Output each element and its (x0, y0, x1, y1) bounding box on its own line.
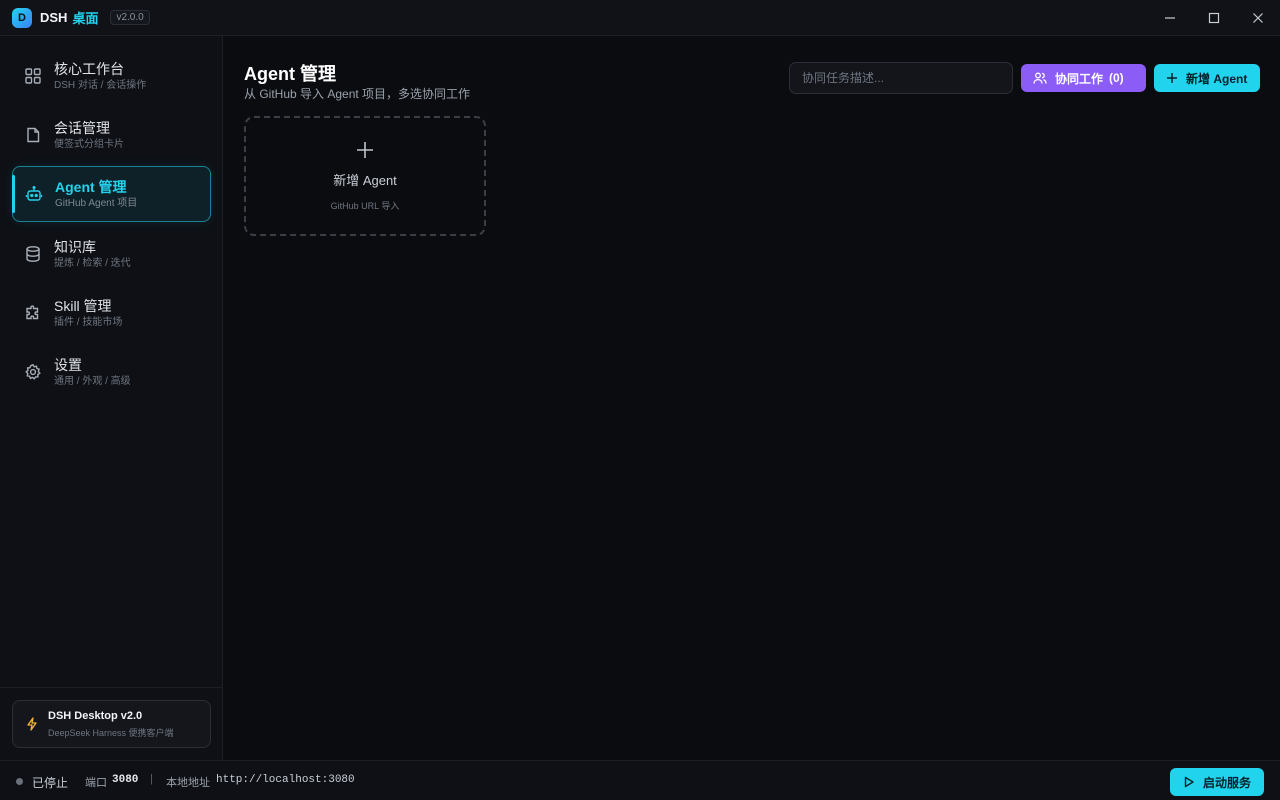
window-controls (1148, 0, 1280, 36)
bolt-icon (25, 717, 41, 731)
status-dot (16, 778, 23, 785)
plus-icon (355, 140, 375, 160)
sidebar: 核心工作台 DSH 对话 / 会话操作 会话管理 便签式分组卡片 Agent 管… (0, 36, 223, 760)
users-icon (1033, 71, 1047, 85)
add-agent-button[interactable]: 新增 Agent (1154, 64, 1260, 92)
collab-work-count: (0) (1109, 71, 1124, 85)
server-status: 已停止 (32, 776, 69, 790)
puzzle-icon (23, 303, 43, 323)
add-card-title: 新增 Agent (333, 173, 397, 188)
title-bar: D DSH 桌面 v2.0.0 (0, 0, 1280, 36)
maximize-button[interactable] (1192, 0, 1236, 36)
sidebar-item-label: Skill 管理 (54, 297, 112, 314)
database-icon (23, 244, 43, 264)
grid-icon (23, 66, 43, 86)
port-value: 3080 (112, 774, 139, 786)
app-window: D DSH 桌面 v2.0.0 核心工作台 DSH 对话 / 会话操作 会话管理… (0, 0, 1280, 800)
sidebar-footer: DSH Desktop v2.0 DeepSeek Harness 便携客户端 (0, 687, 223, 760)
sidebar-item-workbench[interactable]: 核心工作台 DSH 对话 / 会话操作 (12, 48, 211, 104)
sidebar-item-label: Agent 管理 (55, 178, 127, 195)
app-info-title: DSH Desktop v2.0 (48, 709, 143, 722)
minimize-button[interactable] (1148, 0, 1192, 36)
gear-icon (23, 362, 43, 382)
sidebar-item-sub: 插件 / 技能市场 (54, 316, 123, 328)
sidebar-item-skills[interactable]: Skill 管理 插件 / 技能市场 (12, 285, 211, 341)
sidebar-item-agents[interactable]: Agent 管理 GitHub Agent 项目 (12, 166, 211, 222)
add-agent-card[interactable]: 新增 Agent GitHub URL 导入 (244, 116, 486, 236)
collab-task-input[interactable] (789, 62, 1013, 94)
plus-icon (1166, 72, 1178, 84)
app-info-card: DSH Desktop v2.0 DeepSeek Harness 便携客户端 (12, 700, 211, 748)
address-label: 本地地址 (166, 777, 210, 789)
sidebar-item-sub: GitHub Agent 项目 (55, 197, 138, 209)
start-service-label: 启动服务 (1203, 775, 1252, 790)
app-logo: D (12, 7, 32, 28)
page-title: Agent 管理 (244, 64, 336, 84)
play-icon (1183, 776, 1195, 788)
sidebar-item-sub: 便签式分组卡片 (54, 138, 124, 150)
port-label: 端口 (85, 777, 107, 789)
maximize-icon (1208, 12, 1220, 24)
minimize-icon (1165, 17, 1175, 19)
sidebar-item-sub: 通用 / 外观 / 高级 (54, 375, 131, 387)
status-bar: 已停止 端口 3080 | 本地地址 http://localhost:3080… (0, 760, 1280, 800)
page-subtitle: 从 GitHub 导入 Agent 项目，多选协同工作 (244, 87, 471, 101)
sidebar-item-label: 会话管理 (54, 119, 110, 136)
app-name-accent: 桌面 (72, 11, 99, 26)
sidebar-item-settings[interactable]: 设置 通用 / 外观 / 高级 (12, 344, 211, 400)
sidebar-item-sub: 提炼 / 检索 / 迭代 (54, 257, 131, 269)
sidebar-item-knowledge[interactable]: 知识库 提炼 / 检索 / 迭代 (12, 226, 211, 282)
collab-work-label: 协同工作 (1055, 71, 1104, 86)
address-value: http://localhost:3080 (216, 774, 355, 786)
sidebar-item-sessions[interactable]: 会话管理 便签式分组卡片 (12, 107, 211, 163)
start-service-button[interactable]: 启动服务 (1170, 768, 1264, 796)
status-separator: | (150, 773, 153, 785)
add-card-hint: GitHub URL 导入 (330, 201, 400, 211)
close-icon (1253, 13, 1263, 23)
close-button[interactable] (1236, 0, 1280, 36)
version-badge: v2.0.0 (110, 10, 150, 25)
app-name: DSH (40, 10, 68, 25)
bot-icon (24, 184, 44, 204)
sidebar-item-sub: DSH 对话 / 会话操作 (54, 79, 147, 91)
sidebar-item-label: 设置 (54, 356, 82, 373)
main-content: Agent 管理 从 GitHub 导入 Agent 项目，多选协同工作 协同工… (224, 36, 1280, 760)
app-info-subtitle: DeepSeek Harness 便携客户端 (48, 727, 174, 738)
collab-work-button[interactable]: 协同工作 (0) (1021, 64, 1146, 92)
sidebar-item-label: 核心工作台 (54, 60, 124, 77)
sidebar-item-label: 知识库 (54, 238, 96, 255)
file-icon (23, 125, 43, 145)
add-agent-label: 新增 Agent (1186, 71, 1248, 86)
